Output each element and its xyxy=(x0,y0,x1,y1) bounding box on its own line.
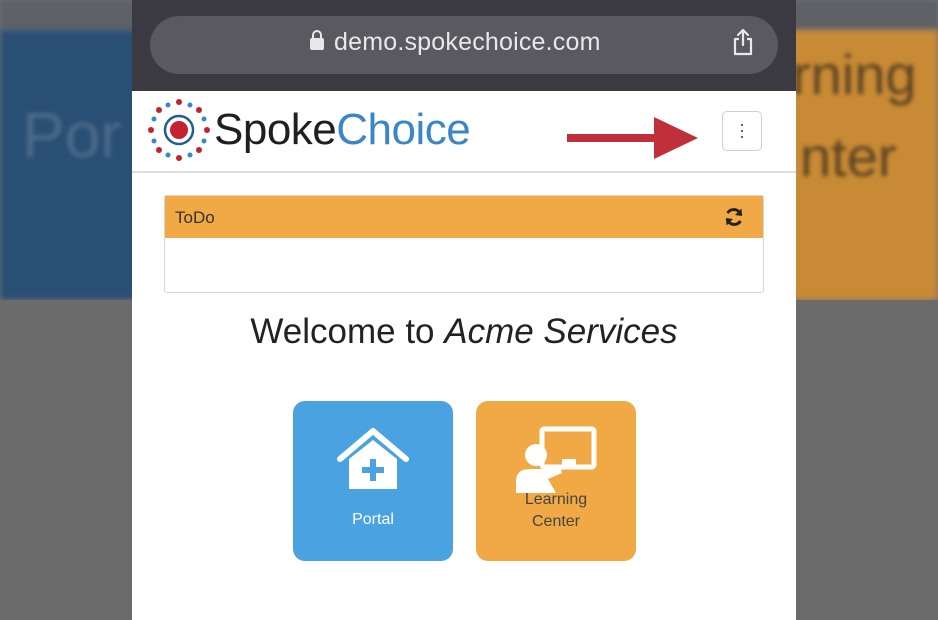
logo-text[interactable]: SpokeChoice xyxy=(214,105,471,155)
share-icon[interactable] xyxy=(732,28,754,56)
todo-title: ToDo xyxy=(175,208,215,227)
company-name: Acme Services xyxy=(444,312,678,351)
learning-center-tile[interactable]: Learning Center xyxy=(476,401,636,561)
bg-text-right-1: rning xyxy=(792,43,917,106)
presenter-board-icon xyxy=(516,426,597,493)
lock-icon xyxy=(310,30,324,50)
learning-center-label-line-2: Center xyxy=(531,513,581,530)
menu-button[interactable] xyxy=(722,111,762,151)
welcome-prefix: Welcome to xyxy=(250,312,445,351)
logo-text-choice: Choice xyxy=(336,105,471,154)
logo-text-spoke: Spoke xyxy=(214,105,337,154)
todo-panel: ToDo xyxy=(164,195,764,293)
browser-bar: demo.spokechoice.com xyxy=(132,0,796,91)
welcome-heading: Welcome to Acme Services xyxy=(132,312,796,352)
phone-screen: demo.spokechoice.com SpokeChoice ToDo We… xyxy=(132,0,796,620)
bg-text-right-2: nter xyxy=(800,125,897,188)
app-header: SpokeChoice xyxy=(132,91,796,173)
house-plus-icon xyxy=(337,428,409,489)
portal-tile[interactable]: Portal xyxy=(293,401,453,561)
refresh-icon[interactable] xyxy=(723,206,745,228)
learning-center-label: Learning Center xyxy=(476,489,636,533)
learning-center-label-line-1: Learning xyxy=(524,491,588,508)
vertical-ellipsis-icon xyxy=(741,124,744,140)
url-text[interactable]: demo.spokechoice.com xyxy=(334,28,601,57)
todo-header: ToDo xyxy=(165,196,763,238)
annotation-arrow-icon xyxy=(567,117,698,159)
bg-text-left: Por xyxy=(22,99,122,171)
spokechoice-logo-icon[interactable] xyxy=(146,97,212,163)
portal-label: Portal xyxy=(352,511,394,528)
